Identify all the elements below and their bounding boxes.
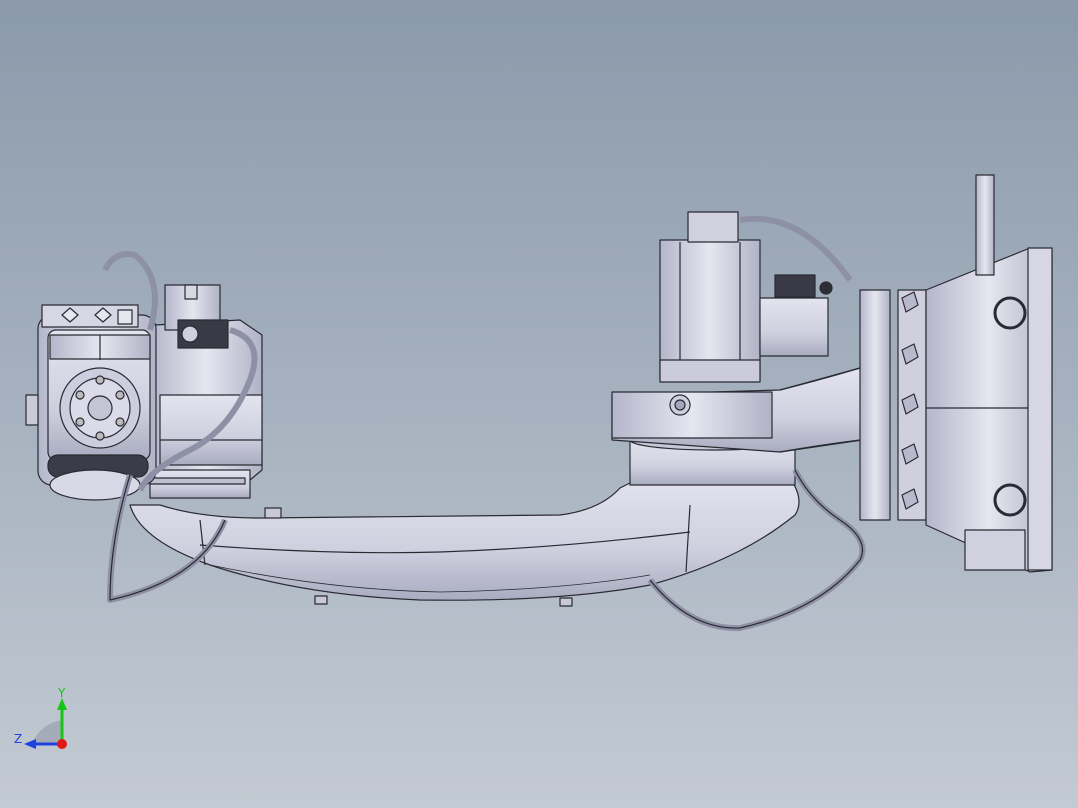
shoulder-turret	[611, 367, 863, 486]
base-housing	[859, 174, 1053, 573]
z-axis-label: Z	[14, 732, 22, 746]
robot-arm-model[interactable]	[0, 0, 1078, 808]
wrist-flange-motor	[25, 304, 157, 501]
axis-triad: Y Z	[14, 686, 67, 749]
y-axis-label: Y	[57, 686, 66, 700]
x-axis-dot	[57, 739, 67, 749]
triad-plane-icon	[32, 720, 62, 744]
cad-viewport[interactable]: Y Z	[0, 0, 1078, 808]
